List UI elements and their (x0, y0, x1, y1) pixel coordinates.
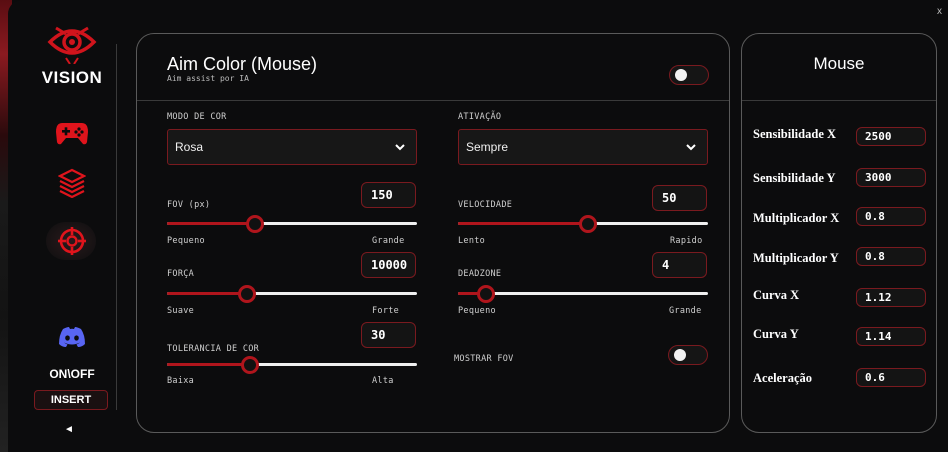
fov-label: FOV (px) (167, 200, 211, 210)
aim-color-panel: Aim Color (Mouse) Aim assist por IA MODO… (136, 33, 730, 433)
close-button[interactable]: x (937, 6, 942, 17)
chevron-down-icon (395, 144, 405, 151)
slider-track (458, 292, 708, 295)
deadzone-slider[interactable] (458, 284, 708, 304)
crosshair-icon (58, 227, 86, 255)
sensitivity-x-field[interactable]: 2500 (856, 127, 926, 146)
tolerance-label: TOLERANCIA DE COR (167, 344, 260, 354)
fov-value-field[interactable]: 150 (361, 182, 416, 208)
curve-x-field[interactable]: 1.12 (856, 288, 926, 307)
mouse-panel-divider (742, 100, 936, 101)
color-mode-select[interactable]: Rosa (167, 129, 417, 165)
speed-min-label: Lento (458, 236, 486, 246)
deadzone-label: DEADZONE (458, 269, 502, 279)
panel-title: Aim Color (Mouse) (167, 54, 318, 74)
deadzone-value-field[interactable]: 4 (652, 252, 707, 278)
curve-x-label: Curva X (753, 288, 800, 302)
strength-value-field[interactable]: 10000 (361, 252, 416, 278)
aim-enable-toggle[interactable] (669, 65, 709, 85)
tolerance-min-label: Baixa (167, 376, 195, 386)
deadzone-min-label: Pequeno (458, 306, 496, 316)
activation-label: ATIVAÇÃO (458, 112, 502, 122)
panel-subtitle: Aim assist por IA (167, 74, 249, 83)
slider-fill (167, 222, 255, 225)
collapse-sidebar-button[interactable]: ◄ (64, 424, 74, 435)
slider-fill (167, 363, 250, 366)
speed-value-field[interactable]: 50 (652, 185, 707, 211)
slider-thumb[interactable] (238, 285, 256, 303)
panel-divider (137, 100, 729, 101)
slider-fill (458, 222, 588, 225)
onoff-label: ON\OFF (49, 367, 95, 381)
speed-label: VELOCIDADE (458, 200, 513, 210)
discord-icon[interactable] (58, 326, 86, 348)
slider-thumb[interactable] (476, 285, 495, 303)
speed-slider[interactable] (458, 214, 708, 234)
sensitivity-y-field[interactable]: 3000 (856, 168, 926, 187)
multiplier-y-label: Multiplicador Y (753, 251, 839, 265)
sensitivity-x-label: Sensibilidade X (753, 127, 837, 141)
nav-layers[interactable] (54, 168, 90, 198)
activation-select[interactable]: Sempre (458, 129, 708, 165)
curve-y-label: Curva Y (753, 327, 799, 341)
gamepad-icon (56, 123, 88, 145)
multiplier-y-field[interactable]: 0.8 (856, 247, 926, 266)
multiplier-x-field[interactable]: 0.8 (856, 207, 926, 226)
slider-thumb[interactable] (240, 356, 259, 374)
speed-max-label: Rapido (670, 236, 703, 246)
fov-slider[interactable] (167, 214, 417, 234)
nav-gamepad[interactable] (54, 118, 90, 148)
acceleration-field[interactable]: 0.6 (856, 368, 926, 387)
slider-thumb[interactable] (245, 215, 264, 233)
sidebar-divider (116, 44, 117, 410)
slider-fill (167, 292, 247, 295)
layers-icon (58, 168, 86, 198)
fov-max-label: Grande (372, 236, 405, 246)
curve-y-field[interactable]: 1.14 (856, 327, 926, 346)
show-fov-label: MOSTRAR FOV (454, 354, 514, 364)
tolerance-max-label: Alta (372, 376, 394, 386)
insert-hotkey-button[interactable]: INSERT (34, 390, 108, 410)
color-mode-value: Rosa (175, 140, 204, 154)
eye-logo-icon (47, 26, 97, 64)
tolerance-value-field[interactable]: 30 (361, 322, 416, 348)
tolerance-slider[interactable] (167, 355, 417, 375)
mouse-panel: Mouse Sensibilidade X 2500 Sensibilidade… (741, 33, 937, 433)
show-fov-toggle[interactable] (668, 345, 708, 365)
activation-value: Sempre (466, 140, 509, 154)
sidebar: VISION ON\OFF INSERT ◄ (8, 0, 118, 452)
strength-slider[interactable] (167, 284, 417, 304)
brand-name: VISION (41, 68, 103, 87)
strength-max-label: Forte (372, 306, 400, 316)
color-mode-label: MODO DE COR (167, 112, 227, 122)
mouse-panel-title: Mouse (813, 54, 865, 73)
slider-thumb[interactable] (579, 215, 597, 233)
strength-min-label: Suave (167, 306, 195, 316)
chevron-down-icon (686, 144, 696, 151)
acceleration-label: Aceleração (753, 371, 812, 385)
nav-crosshair[interactable] (54, 226, 90, 256)
sensitivity-y-label: Sensibilidade Y (753, 171, 836, 185)
strength-label: FORÇA (167, 269, 195, 279)
fov-min-label: Pequeno (167, 236, 205, 246)
deadzone-max-label: Grande (669, 306, 702, 316)
multiplier-x-label: Multiplicador X (753, 211, 840, 225)
